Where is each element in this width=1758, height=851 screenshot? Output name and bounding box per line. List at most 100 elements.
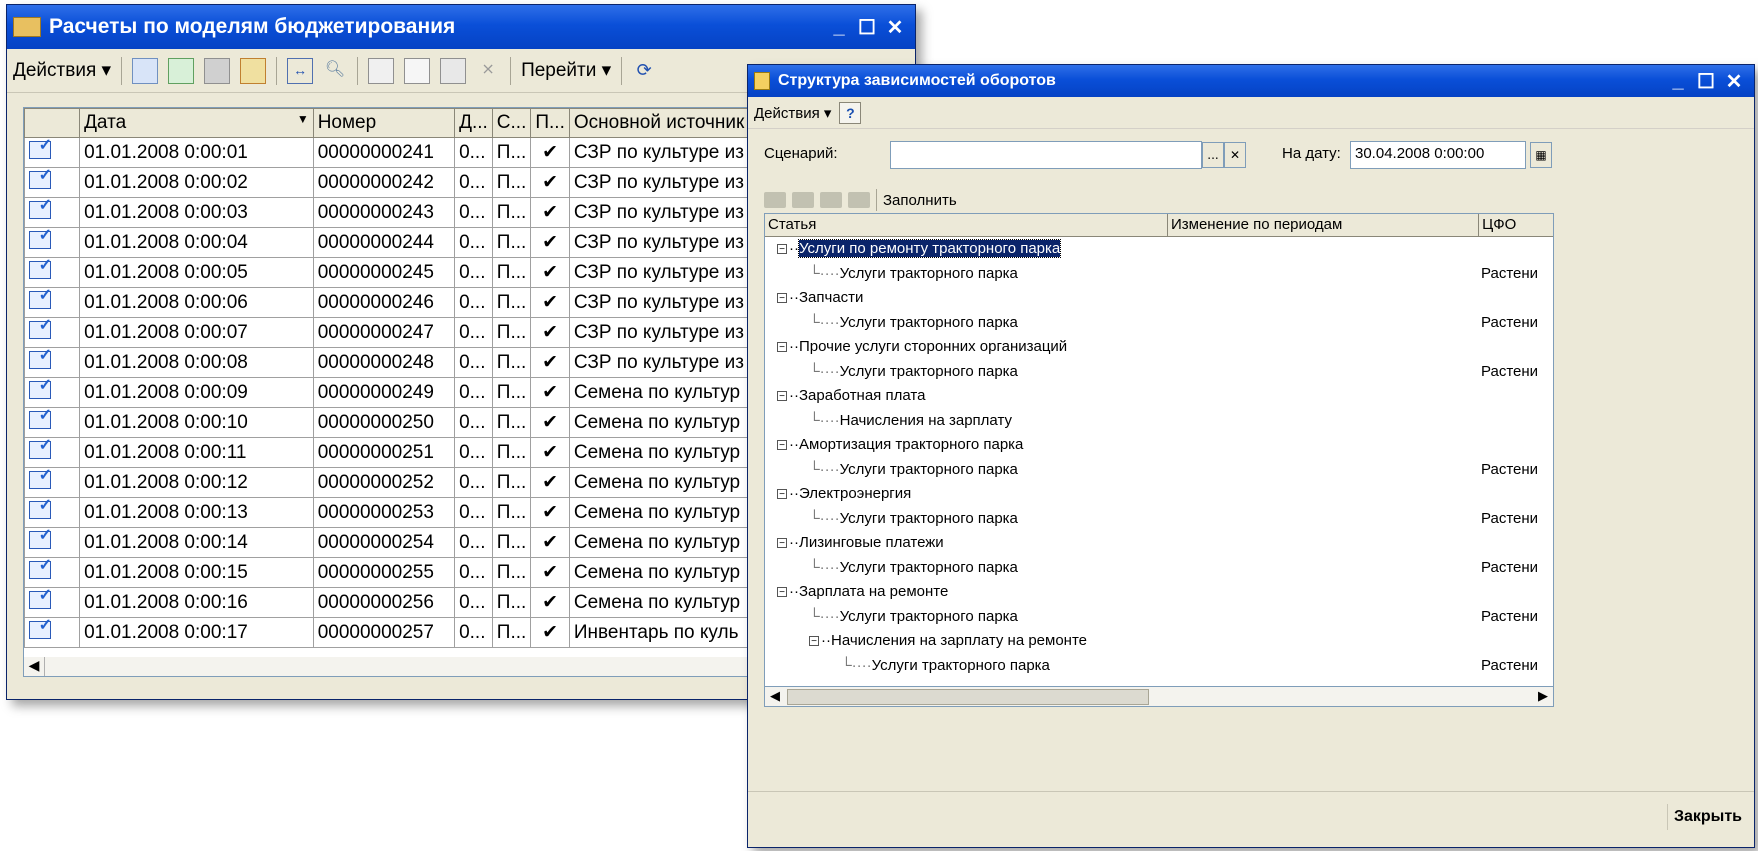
tree-row[interactable]: └····Услуги тракторного парка Растени: [765, 605, 1553, 630]
row-icon-cell: [24, 617, 81, 648]
title-bar[interactable]: Расчеты по моделям бюджетирования _ ☐ ✕: [7, 5, 915, 49]
collapse-icon[interactable]: −: [777, 440, 787, 451]
edit-row-icon[interactable]: [792, 192, 814, 208]
row-icon-cell: [24, 467, 81, 498]
goto-menu[interactable]: Перейти ▾: [521, 59, 611, 82]
cell-number: 00000000252: [312, 467, 456, 498]
close-button[interactable]: Закрыть: [1666, 804, 1748, 830]
tree-row[interactable]: − ··Услуги по ремонту тракторного парка: [765, 237, 1553, 262]
date-input[interactable]: 30.04.2008 0:00:00: [1350, 141, 1526, 169]
filter-settings-icon[interactable]: [404, 57, 431, 84]
tree-connector: └····: [809, 264, 840, 282]
resize-columns-icon[interactable]: ↔: [287, 57, 314, 84]
cell-d: 0...: [454, 437, 493, 468]
cell-p: ✔: [530, 497, 570, 528]
collapse-icon[interactable]: −: [777, 293, 787, 304]
add-child-icon[interactable]: [820, 192, 842, 208]
tree-row[interactable]: − ··Электроэнергия: [765, 482, 1553, 507]
delete-icon[interactable]: [240, 57, 267, 84]
column-s[interactable]: С...: [491, 108, 532, 138]
cell-number: 00000000249: [312, 377, 456, 408]
help-button[interactable]: ?: [839, 101, 862, 124]
scroll-right-icon[interactable]: ▶: [1533, 687, 1553, 706]
tree-node: − ··Запчасти: [777, 286, 863, 310]
clear-button[interactable]: ✕: [1224, 142, 1246, 168]
cell-number: 00000000255: [312, 557, 456, 588]
collapse-icon[interactable]: −: [777, 587, 787, 598]
column-number[interactable]: Номер: [312, 108, 456, 138]
column-cfo[interactable]: ЦФО: [1479, 214, 1553, 236]
cell-d: 0...: [454, 257, 493, 288]
copy-icon[interactable]: [168, 57, 195, 84]
tree-row[interactable]: └····Услуги тракторного парка Растени: [765, 654, 1553, 679]
maximize-icon[interactable]: ☐: [1692, 69, 1720, 93]
cell-p: ✔: [530, 377, 570, 408]
tree-row[interactable]: └····Услуги тракторного парка Растени: [765, 360, 1553, 385]
minimize-icon[interactable]: _: [825, 15, 853, 39]
tree-row[interactable]: └····Услуги тракторного парка Растени: [765, 458, 1553, 483]
tree-row[interactable]: − ··Начисления на зарплату на ремонте: [765, 629, 1553, 654]
cell-p: ✔: [530, 257, 570, 288]
fill-button[interactable]: Заполнить: [883, 192, 957, 209]
filter-icon[interactable]: [368, 57, 395, 84]
structure-icon: [754, 72, 770, 90]
refresh-icon[interactable]: ⟳: [632, 59, 656, 83]
actions-menu[interactable]: Действия ▾: [754, 104, 831, 122]
horizontal-scrollbar[interactable]: ◀ ▶: [764, 687, 1554, 707]
tree-node-cfo: Растени: [1481, 313, 1539, 331]
scroll-left-icon[interactable]: ◀: [24, 657, 45, 676]
document-posted-icon: [29, 229, 52, 249]
save-icon[interactable]: [848, 192, 870, 208]
collapse-icon[interactable]: −: [777, 342, 787, 353]
cell-d: 0...: [454, 197, 493, 228]
calendar-icon[interactable]: ▦: [1530, 142, 1552, 168]
tree-row[interactable]: − ··Заработная плата: [765, 384, 1553, 409]
document-posted-icon: [29, 409, 52, 429]
tree-row[interactable]: − ··Лизинговые платежи: [765, 531, 1553, 556]
tree-row[interactable]: − ··Прочие услуги сторонних организаций: [765, 335, 1553, 360]
column-p[interactable]: П...: [530, 108, 570, 138]
tree-row[interactable]: − ··Амортизация тракторного парка: [765, 433, 1553, 458]
collapse-icon[interactable]: −: [777, 391, 787, 402]
window-title: Структура зависимостей оборотов: [778, 72, 1056, 89]
cell-date: 01.01.2008 0:00:14: [79, 527, 314, 558]
add-icon[interactable]: [132, 57, 159, 84]
scroll-thumb[interactable]: [787, 689, 1149, 705]
title-bar[interactable]: Структура зависимостей оборотов _ ☐ ✕: [748, 65, 1754, 97]
minimize-icon[interactable]: _: [1664, 69, 1692, 93]
cell-date: 01.01.2008 0:00:05: [79, 257, 314, 288]
row-icon-cell: [24, 227, 81, 258]
select-button[interactable]: ...: [1202, 142, 1224, 168]
collapse-icon[interactable]: −: [809, 636, 819, 647]
cell-p: ✔: [530, 407, 570, 438]
collapse-icon[interactable]: −: [777, 244, 787, 255]
tree-row[interactable]: − ··Зарплата на ремонте: [765, 580, 1553, 605]
tree-row[interactable]: └····Услуги тракторного парка Растени: [765, 556, 1553, 581]
cell-number: 00000000257: [312, 617, 456, 648]
collapse-icon[interactable]: −: [777, 538, 787, 549]
clear-filter-icon[interactable]: ⨯: [476, 59, 500, 83]
add-row-icon[interactable]: [764, 192, 786, 208]
scroll-left-icon[interactable]: ◀: [765, 687, 785, 706]
close-icon[interactable]: ✕: [1720, 69, 1748, 93]
cell-number: 00000000247: [312, 317, 456, 348]
filter-history-icon[interactable]: [440, 57, 467, 84]
tree-row[interactable]: − ··Запчасти: [765, 286, 1553, 311]
edit-icon[interactable]: [204, 57, 231, 84]
tree-node: − ··Зарплата на ремонте: [777, 580, 948, 604]
close-icon[interactable]: ✕: [881, 15, 909, 39]
column-date[interactable]: Дата ▼: [79, 108, 314, 138]
column-d[interactable]: Д...: [454, 108, 493, 138]
tree-row[interactable]: └····Начисления на зарплату: [765, 409, 1553, 434]
find-icon[interactable]: 🔍︎: [323, 59, 347, 83]
tree-row[interactable]: └····Услуги тракторного парка Растени: [765, 311, 1553, 336]
scenario-input[interactable]: [890, 141, 1202, 169]
collapse-icon[interactable]: −: [777, 489, 787, 500]
column-period-change[interactable]: Изменение по периодам: [1168, 214, 1480, 236]
actions-menu[interactable]: Действия ▾: [13, 59, 111, 82]
tree-row[interactable]: └····Услуги тракторного парка Растени: [765, 507, 1553, 532]
tree-row[interactable]: └····Услуги тракторного парка Растени: [765, 262, 1553, 287]
tree-node: └····Услуги тракторного парка: [809, 311, 1018, 335]
column-article[interactable]: Статья: [765, 214, 1168, 236]
maximize-icon[interactable]: ☐: [853, 15, 881, 39]
